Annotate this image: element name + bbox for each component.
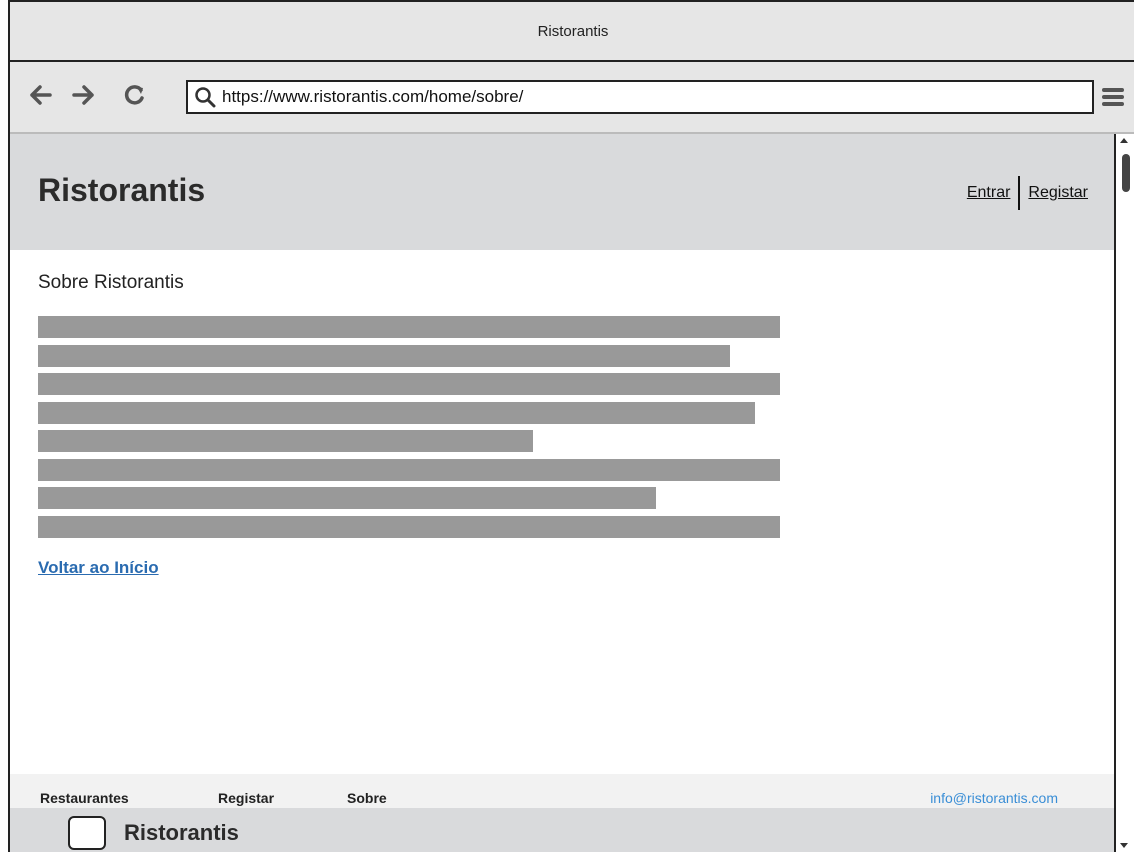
footer-nav: Restaurantes Registar Sobre info@ristora… bbox=[10, 774, 1114, 808]
reload-icon bbox=[124, 85, 144, 105]
placeholder-text-line bbox=[38, 401, 755, 424]
placeholder-text-line bbox=[38, 515, 780, 538]
placeholder-text-line bbox=[38, 458, 780, 481]
footer-brand-bar: Ristorantis bbox=[10, 808, 1114, 852]
back-button[interactable] bbox=[26, 78, 56, 112]
logo-placeholder bbox=[68, 816, 106, 850]
arrow-right-icon bbox=[72, 85, 94, 105]
page-viewport: Ristorantis Entrar Registar Sobre Ristor… bbox=[10, 134, 1114, 852]
placeholder-text-line bbox=[38, 344, 731, 367]
footer-link-restaurantes[interactable]: Restaurantes bbox=[40, 790, 129, 806]
arrow-left-icon bbox=[30, 85, 52, 105]
forward-button[interactable] bbox=[68, 78, 98, 112]
scrollbar-thumb[interactable] bbox=[1122, 154, 1130, 192]
url-text[interactable]: https://www.ristorantis.com/home/sobre/ bbox=[222, 87, 523, 107]
site-brand[interactable]: Ristorantis bbox=[38, 172, 205, 209]
back-to-home-link[interactable]: Voltar ao Início bbox=[38, 558, 159, 578]
footer-brand-name: Ristorantis bbox=[124, 820, 239, 845]
browser-window: Ristorantis https://www.ristorantis.com/… bbox=[8, 0, 1134, 852]
browser-menu-button[interactable] bbox=[1098, 82, 1128, 112]
placeholder-text-block bbox=[38, 316, 780, 544]
hamburger-menu-icon bbox=[1102, 88, 1124, 106]
auth-links: Entrar Registar bbox=[967, 176, 1088, 210]
window-title: Ristorantis bbox=[537, 22, 609, 40]
placeholder-text-line bbox=[38, 487, 657, 509]
browser-toolbar: https://www.ristorantis.com/home/sobre/ bbox=[10, 62, 1134, 134]
placeholder-text-line bbox=[38, 373, 780, 395]
register-link[interactable]: Registar bbox=[1028, 184, 1088, 202]
site-header: Ristorantis Entrar Registar bbox=[10, 134, 1114, 250]
page-title: Sobre Ristorantis bbox=[38, 272, 184, 293]
footer-email-link[interactable]: info@ristorantis.com bbox=[930, 790, 1058, 806]
auth-divider bbox=[1018, 176, 1021, 210]
scroll-up-arrow-icon[interactable] bbox=[1120, 138, 1128, 143]
vertical-scrollbar[interactable] bbox=[1114, 134, 1134, 852]
footer-link-sobre[interactable]: Sobre bbox=[347, 790, 387, 806]
scroll-down-arrow-icon[interactable] bbox=[1120, 843, 1128, 848]
placeholder-text-line bbox=[38, 430, 533, 452]
reload-button[interactable] bbox=[120, 78, 150, 112]
search-icon bbox=[188, 82, 222, 112]
address-bar[interactable]: https://www.ristorantis.com/home/sobre/ bbox=[186, 80, 1094, 114]
window-titlebar: Ristorantis bbox=[10, 0, 1134, 62]
footer-link-registar[interactable]: Registar bbox=[218, 790, 274, 806]
placeholder-text-line bbox=[38, 316, 780, 338]
login-link[interactable]: Entrar bbox=[967, 184, 1011, 202]
